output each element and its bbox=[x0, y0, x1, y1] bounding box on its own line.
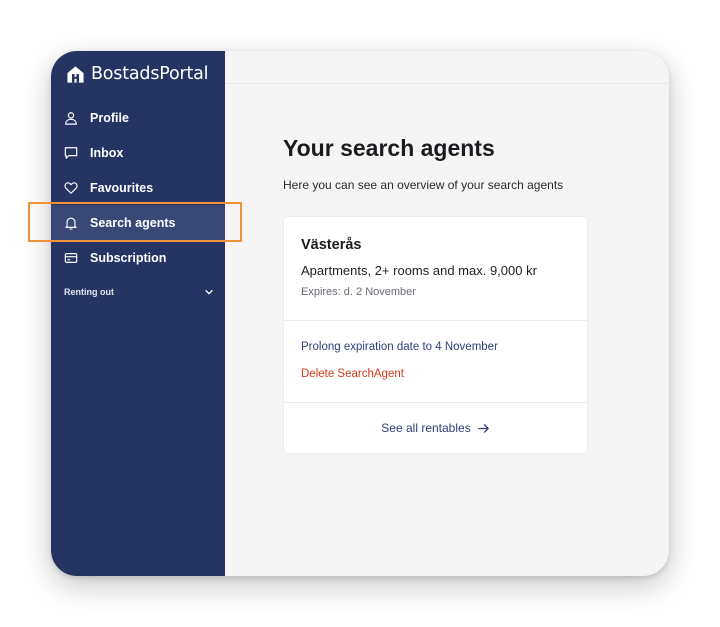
renting-out-label: Renting out bbox=[64, 287, 114, 297]
sidebar-item-label: Inbox bbox=[90, 145, 124, 160]
page-subtitle: Here you can see an overview of your sea… bbox=[283, 178, 564, 192]
house-logo-icon bbox=[67, 65, 84, 83]
chat-icon bbox=[64, 146, 78, 159]
prolong-link[interactable]: Prolong expiration date to 4 November bbox=[301, 341, 587, 353]
bell-icon bbox=[65, 217, 77, 230]
sidebar-item-label: Subscription bbox=[90, 250, 167, 265]
page-title: Your search agents bbox=[283, 135, 495, 161]
agent-expiry: Expires: d. 2 November bbox=[301, 286, 416, 298]
search-agent-card: Västerås Apartments, 2+ rooms and max. 9… bbox=[283, 216, 588, 454]
chevron-down-icon bbox=[205, 290, 213, 295]
sidebar-item-search-agents[interactable]: Search agents bbox=[51, 205, 225, 240]
sidebar-item-label: Search agents bbox=[90, 215, 176, 230]
sidebar-item-profile[interactable]: Profile bbox=[51, 100, 225, 135]
agent-criteria: Apartments, 2+ rooms and max. 9,000 kr bbox=[301, 263, 537, 278]
user-icon bbox=[65, 111, 77, 125]
agent-actions: Prolong expiration date to 4 November De… bbox=[284, 321, 587, 403]
sidebar-item-label: Profile bbox=[90, 110, 129, 125]
see-all-label: See all rentables bbox=[381, 421, 471, 435]
main-content: Your search agents Here you can see an o… bbox=[225, 51, 669, 576]
arrow-right-icon bbox=[477, 423, 489, 433]
sidebar: BostadsPortal Profile Inbox Favourites S… bbox=[51, 51, 225, 576]
top-bar bbox=[225, 51, 669, 84]
heart-icon bbox=[64, 181, 78, 194]
brand-name: BostadsPortal bbox=[91, 64, 209, 84]
agent-details: Västerås Apartments, 2+ rooms and max. 9… bbox=[284, 217, 587, 321]
sidebar-item-label: Favourites bbox=[90, 180, 154, 195]
renting-out-toggle[interactable]: Renting out bbox=[64, 287, 214, 297]
brand-logo[interactable]: BostadsPortal bbox=[66, 64, 209, 84]
see-all-rentables-link[interactable]: See all rentables bbox=[284, 403, 587, 453]
delete-agent-link[interactable]: Delete SearchAgent bbox=[301, 368, 587, 380]
sidebar-item-subscription[interactable]: Subscription bbox=[51, 240, 225, 275]
sidebar-nav: Profile Inbox Favourites Search agents S… bbox=[51, 100, 225, 275]
agent-location: Västerås bbox=[301, 237, 362, 253]
sidebar-item-inbox[interactable]: Inbox bbox=[51, 135, 225, 170]
credit-card-icon bbox=[64, 252, 78, 263]
app-window: BostadsPortal Profile Inbox Favourites S… bbox=[51, 51, 669, 576]
sidebar-item-favourites[interactable]: Favourites bbox=[51, 170, 225, 205]
